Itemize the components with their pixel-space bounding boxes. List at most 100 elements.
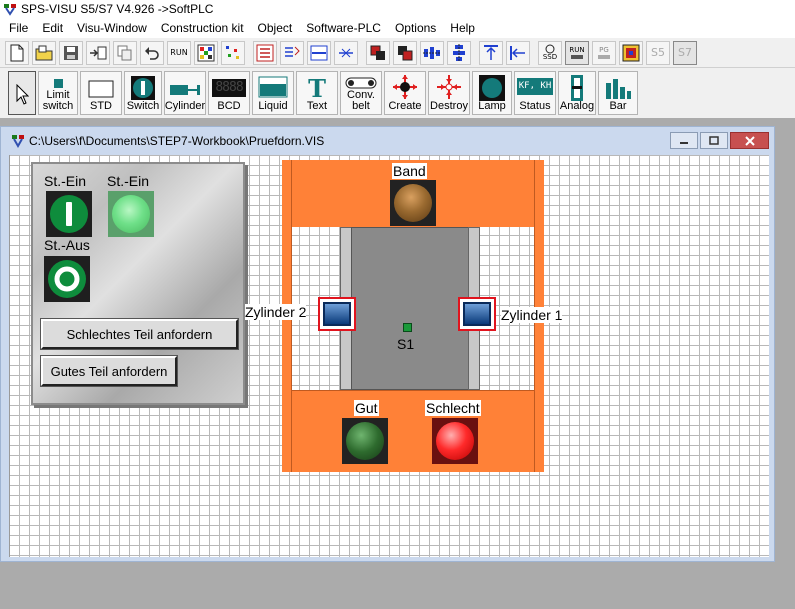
request-good-part-label: Gutes Teil anfordern xyxy=(50,363,168,379)
tool-limit-switch[interactable]: Limit switch xyxy=(38,71,78,115)
align-horizontal-button[interactable] xyxy=(420,40,444,65)
save-button[interactable] xyxy=(59,40,83,65)
conveyor-belt xyxy=(351,227,469,390)
tool-lamp[interactable]: Lamp xyxy=(472,71,512,115)
menu-edit[interactable]: Edit xyxy=(35,21,70,35)
tool-bar[interactable]: Bar xyxy=(598,71,638,115)
align-top-button[interactable] xyxy=(479,40,503,65)
cross-line-button[interactable] xyxy=(334,40,358,65)
menu-object[interactable]: Object xyxy=(251,21,300,35)
maximize-button[interactable] xyxy=(700,132,728,149)
visu-window-icon xyxy=(11,134,25,149)
list-button[interactable] xyxy=(253,40,277,65)
sensor-s1-label: S1 xyxy=(397,336,415,352)
tool-std[interactable]: STD xyxy=(80,71,122,115)
pg-mode-button[interactable]: PG xyxy=(592,40,616,65)
horizontal-line-button[interactable] xyxy=(307,40,331,65)
bring-front-icon xyxy=(370,45,385,60)
liquid-tank-icon xyxy=(258,76,288,98)
main-toolbar: RUN SSD RUN PG S5 S7 xyxy=(0,38,795,68)
close-button[interactable] xyxy=(730,132,769,149)
open-file-button[interactable] xyxy=(32,40,56,65)
new-file-button[interactable] xyxy=(5,40,29,65)
tool-label: Create xyxy=(388,100,422,112)
plc-module-button[interactable] xyxy=(619,40,643,65)
tool-label: BCD xyxy=(217,100,241,112)
band-lamp xyxy=(390,180,436,226)
color-grid-icon xyxy=(197,44,215,61)
pg-switch-icon xyxy=(598,54,610,59)
send-back-button[interactable] xyxy=(393,40,417,65)
open-folder-icon xyxy=(35,45,53,60)
copy-button[interactable] xyxy=(113,40,137,65)
align-vertical-icon xyxy=(453,43,465,62)
tool-text[interactable]: T Text xyxy=(296,71,338,115)
menu-help[interactable]: Help xyxy=(443,21,482,35)
tool-destroy[interactable]: Destroy xyxy=(428,71,470,115)
st-aus-button[interactable] xyxy=(44,256,90,302)
tool-conv-belt[interactable]: Conv. belt xyxy=(340,71,382,115)
st-ein-button[interactable] xyxy=(46,191,92,237)
horizontal-line-icon xyxy=(310,45,328,60)
s7-mode-button[interactable]: S7 xyxy=(673,40,697,65)
switch-icon xyxy=(131,76,155,100)
undo-button[interactable] xyxy=(140,40,164,65)
s5-mode-button[interactable]: S5 xyxy=(646,40,670,65)
tool-label: Destroy xyxy=(430,100,468,112)
request-good-part-button[interactable]: Gutes Teil anfordern xyxy=(40,355,178,387)
power-on-icon xyxy=(66,202,72,226)
create-icon xyxy=(393,75,417,99)
symbols-button[interactable] xyxy=(221,40,245,65)
minimize-icon xyxy=(680,141,688,144)
list-edit-button[interactable] xyxy=(280,40,304,65)
grid-colors-button[interactable] xyxy=(194,40,218,65)
menu-bar: File Edit Visu-Window Construction kit O… xyxy=(0,18,795,38)
menu-construction-kit[interactable]: Construction kit xyxy=(154,21,251,35)
ssd-button[interactable]: SSD xyxy=(538,40,562,65)
pg-mode-label: PG xyxy=(599,45,609,54)
menu-file[interactable]: File xyxy=(2,21,35,35)
run-mode-button[interactable]: RUN xyxy=(565,40,589,65)
tool-bcd[interactable]: 8888 BCD xyxy=(208,71,250,115)
tool-analog[interactable]: Analog xyxy=(558,71,596,115)
tool-create[interactable]: Create xyxy=(384,71,426,115)
visu-canvas[interactable]: St.-Ein St.-Ein St.-Aus Schlechtes Teil … xyxy=(9,155,769,557)
analog-icon xyxy=(571,75,583,101)
save-icon xyxy=(64,45,78,60)
menu-software-plc[interactable]: Software-PLC xyxy=(299,21,388,35)
st-ein-button-label: St.-Ein xyxy=(44,173,87,189)
bring-front-button[interactable] xyxy=(366,40,390,65)
request-bad-part-label: Schlechtes Teil anfordern xyxy=(66,326,213,342)
menu-options[interactable]: Options xyxy=(388,21,443,35)
cylinder-2[interactable] xyxy=(318,297,356,331)
align-left-icon xyxy=(510,45,525,60)
s7-label: S7 xyxy=(678,46,692,59)
menu-visu-window[interactable]: Visu-Window xyxy=(70,21,154,35)
tool-cylinder[interactable]: Cylinder xyxy=(164,71,206,115)
power-off-icon xyxy=(54,266,80,292)
cylinder-1-label: Zylinder 1 xyxy=(501,307,563,323)
tool-switch[interactable]: Switch xyxy=(124,71,162,115)
request-bad-part-button[interactable]: Schlechtes Teil anfordern xyxy=(40,318,239,350)
run-button[interactable]: RUN xyxy=(167,40,191,65)
visu-window: C:\Users\f\Documents\STEP7-Workbook\Prue… xyxy=(0,126,775,562)
new-file-icon xyxy=(10,44,24,61)
lamp-icon xyxy=(479,75,505,101)
plc-module-icon xyxy=(622,44,640,61)
st-ein-lamp-label: St.-Ein xyxy=(107,173,150,189)
maximize-icon xyxy=(709,136,719,145)
import-button[interactable] xyxy=(86,40,110,65)
align-vertical-button[interactable] xyxy=(447,40,471,65)
tool-status[interactable]: KF, KH Status xyxy=(514,71,556,115)
tool-label: Cylinder xyxy=(164,100,206,112)
destroy-icon xyxy=(437,75,461,99)
minimize-button[interactable] xyxy=(670,132,698,149)
align-left-button[interactable] xyxy=(506,40,530,65)
bcd-display-text: 8888 xyxy=(215,80,243,95)
cylinder-1[interactable] xyxy=(458,297,496,331)
st-ein-lamp xyxy=(108,191,154,237)
visu-window-title-bar[interactable]: C:\Users\f\Documents\STEP7-Workbook\Prue… xyxy=(1,127,774,155)
tool-pointer[interactable] xyxy=(8,71,36,115)
sensor-s1[interactable] xyxy=(403,323,412,332)
tool-liquid[interactable]: Liquid xyxy=(252,71,294,115)
